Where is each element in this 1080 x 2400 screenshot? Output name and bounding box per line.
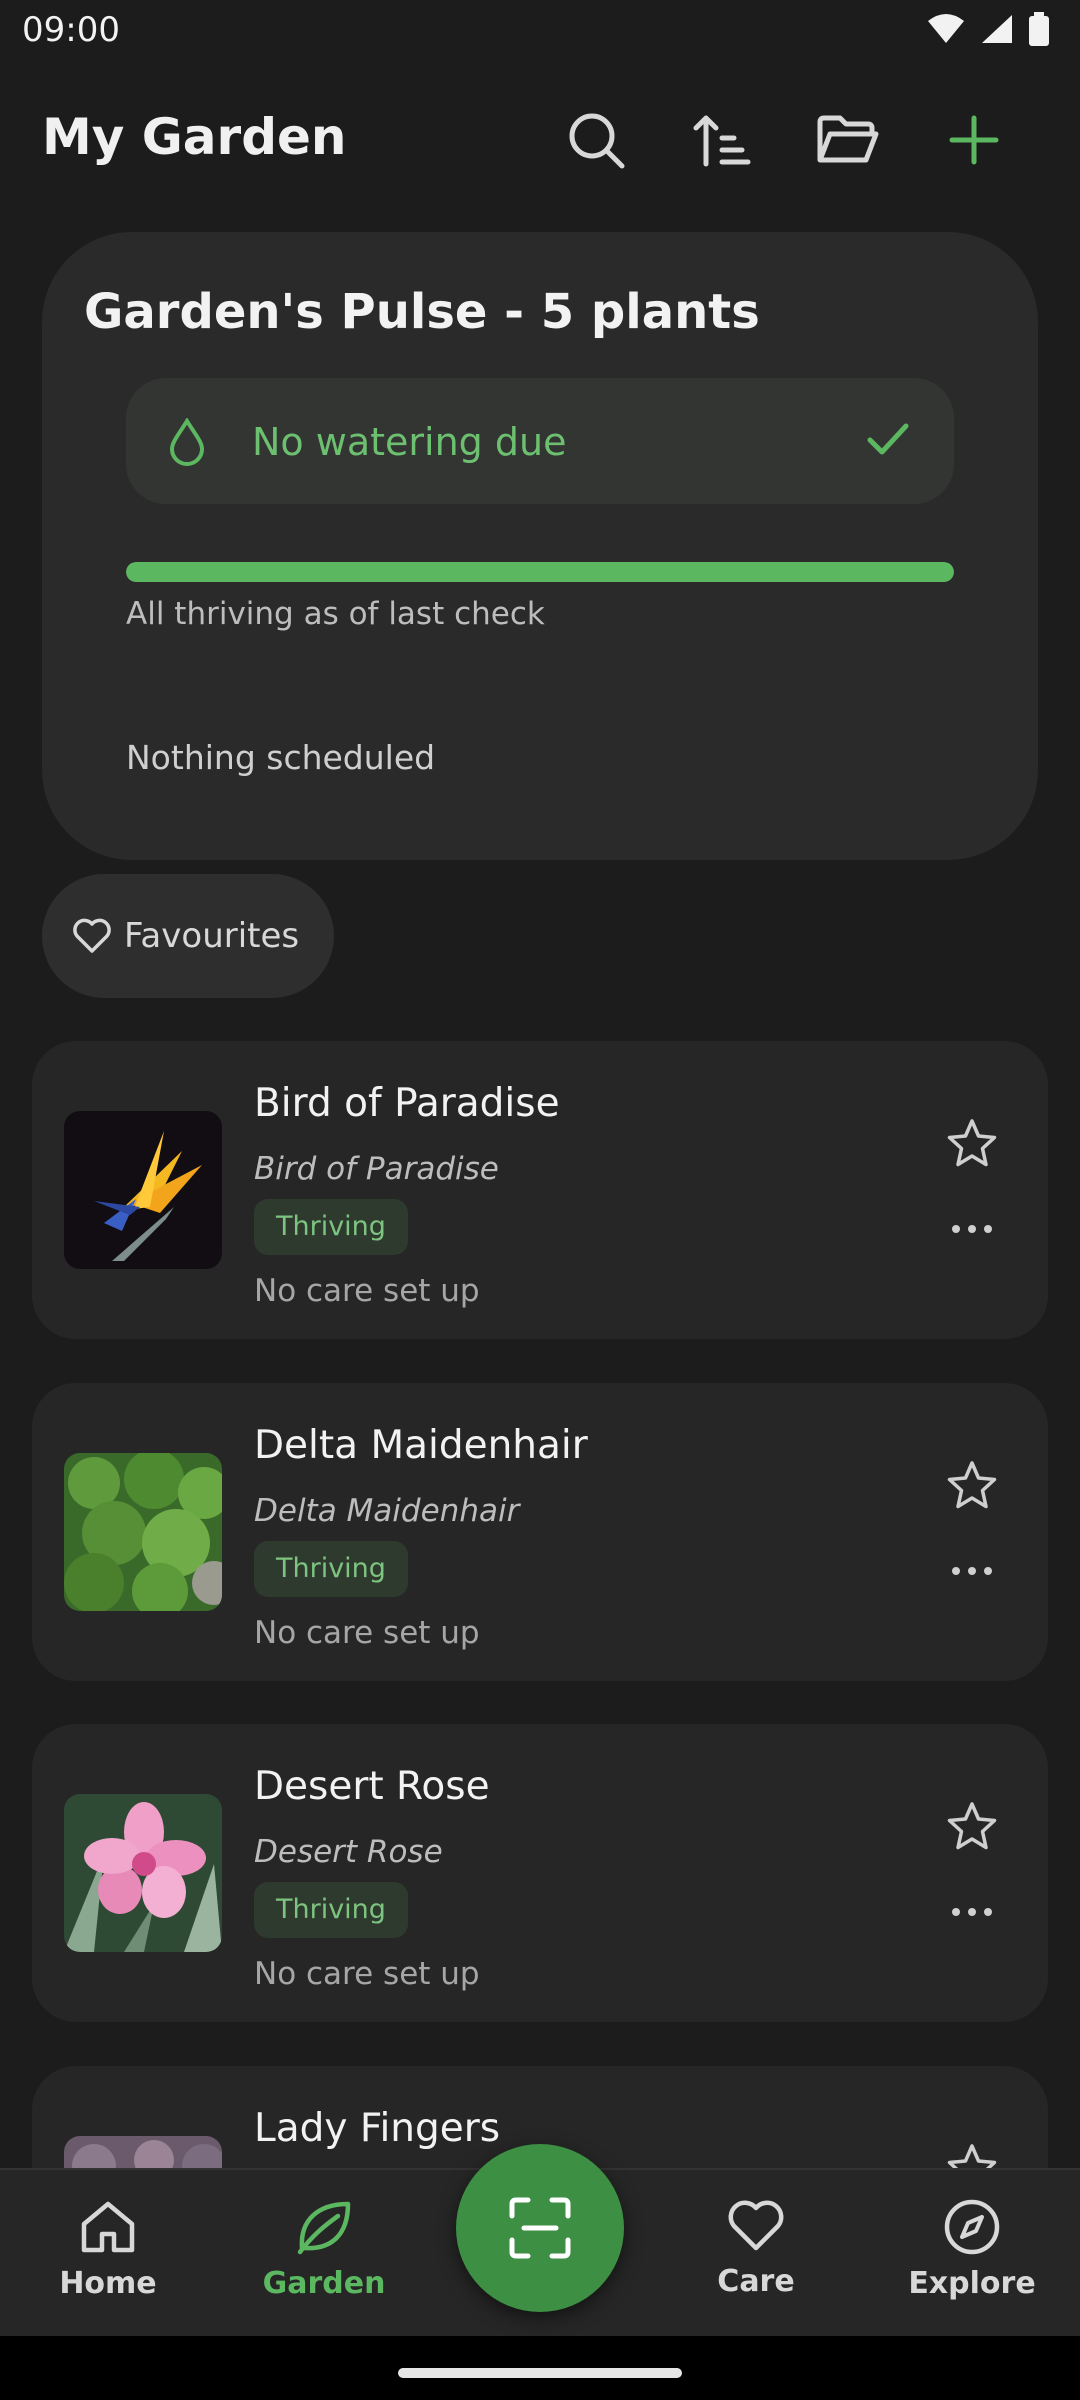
star-icon [947, 1119, 997, 1167]
app-header: My Garden [0, 90, 1080, 190]
compass-icon [944, 2199, 1000, 2255]
health-progress-fill [126, 562, 954, 582]
gesture-area [0, 2336, 1080, 2400]
home-icon [81, 2201, 135, 2253]
plant-card[interactable]: Bird of Paradise Bird of Paradise Thrivi… [32, 1041, 1048, 1339]
add-plant-button[interactable] [934, 100, 1014, 180]
plant-photo [64, 1111, 222, 1269]
scan-plant-button[interactable] [456, 2144, 624, 2312]
folder-button[interactable] [808, 100, 888, 180]
folder-icon [817, 115, 879, 163]
plant-scientific-name: Bird of Paradise [254, 1151, 499, 1187]
nav-label: Care [717, 2264, 795, 2299]
care-status: No care set up [254, 1273, 480, 1309]
wifi-icon [928, 14, 964, 43]
plant-card[interactable]: Delta Maidenhair Delta Maidenhair Thrivi… [32, 1383, 1048, 1681]
watering-status[interactable]: No watering due [126, 378, 954, 504]
heart-outline-icon [73, 918, 111, 953]
status-icons [926, 12, 1050, 46]
check-icon [867, 423, 909, 455]
battery-icon [1029, 12, 1049, 46]
sort-button[interactable] [682, 100, 762, 180]
plant-name: Lady Fingers [254, 2106, 501, 2151]
nav-garden[interactable]: Garden [234, 2198, 414, 2301]
nav-home[interactable]: Home [18, 2198, 198, 2301]
health-progress-bar [126, 562, 954, 582]
scan-icon [509, 2197, 571, 2259]
signal-icon [982, 15, 1012, 43]
more-options-button[interactable] [940, 1551, 1004, 1591]
plus-icon [949, 115, 999, 165]
search-icon [569, 113, 625, 169]
status-badge: Thriving [254, 1199, 408, 1255]
plant-name: Bird of Paradise [254, 1081, 560, 1126]
leaf-icon [297, 2201, 351, 2255]
status-time: 09:00 [22, 10, 120, 50]
status-badge: Thriving [254, 1541, 408, 1597]
plant-scientific-name: Desert Rose [254, 1834, 443, 1870]
care-status: No care set up [254, 1956, 480, 1992]
garden-pulse-card: Garden's Pulse - 5 plants No watering du… [42, 232, 1038, 860]
nav-label: Garden [262, 2266, 386, 2301]
plant-photo [64, 1794, 222, 1952]
nav-care[interactable]: Care [666, 2198, 846, 2299]
more-options-button[interactable] [940, 1892, 1004, 1932]
star-icon [947, 1802, 997, 1850]
nav-label: Explore [908, 2266, 1036, 2301]
care-status: No care set up [254, 1615, 480, 1651]
favourite-toggle[interactable] [940, 1794, 1004, 1858]
health-note: All thriving as of last check [126, 596, 545, 632]
nav-label: Home [59, 2266, 157, 2301]
plant-photo [64, 1453, 222, 1611]
schedule-note: Nothing scheduled [126, 738, 436, 777]
plant-card[interactable]: Desert Rose Desert Rose Thriving No care… [32, 1724, 1048, 2022]
status-badge: Thriving [254, 1882, 408, 1938]
plant-scientific-name: Delta Maidenhair [254, 1493, 520, 1529]
search-button[interactable] [556, 100, 636, 180]
page-title: My Garden [42, 108, 347, 166]
star-icon [947, 1461, 997, 1509]
favourites-filter-chip[interactable]: Favourites [42, 874, 334, 998]
favourites-label: Favourites [124, 916, 300, 956]
plant-name: Delta Maidenhair [254, 1423, 588, 1468]
home-gesture-bar[interactable] [398, 2368, 682, 2378]
status-bar: 09:00 [0, 0, 1080, 64]
more-options-button[interactable] [940, 1209, 1004, 1249]
favourite-toggle[interactable] [940, 1453, 1004, 1517]
nav-explore[interactable]: Explore [882, 2198, 1062, 2301]
favourite-toggle[interactable] [940, 1111, 1004, 1175]
watering-text: No watering due [252, 420, 567, 464]
heart-icon [728, 2200, 784, 2251]
pulse-title: Garden's Pulse - 5 plants [84, 284, 760, 340]
water-drop-icon [169, 418, 205, 466]
plant-name: Desert Rose [254, 1764, 490, 1809]
sort-icon [693, 115, 751, 167]
